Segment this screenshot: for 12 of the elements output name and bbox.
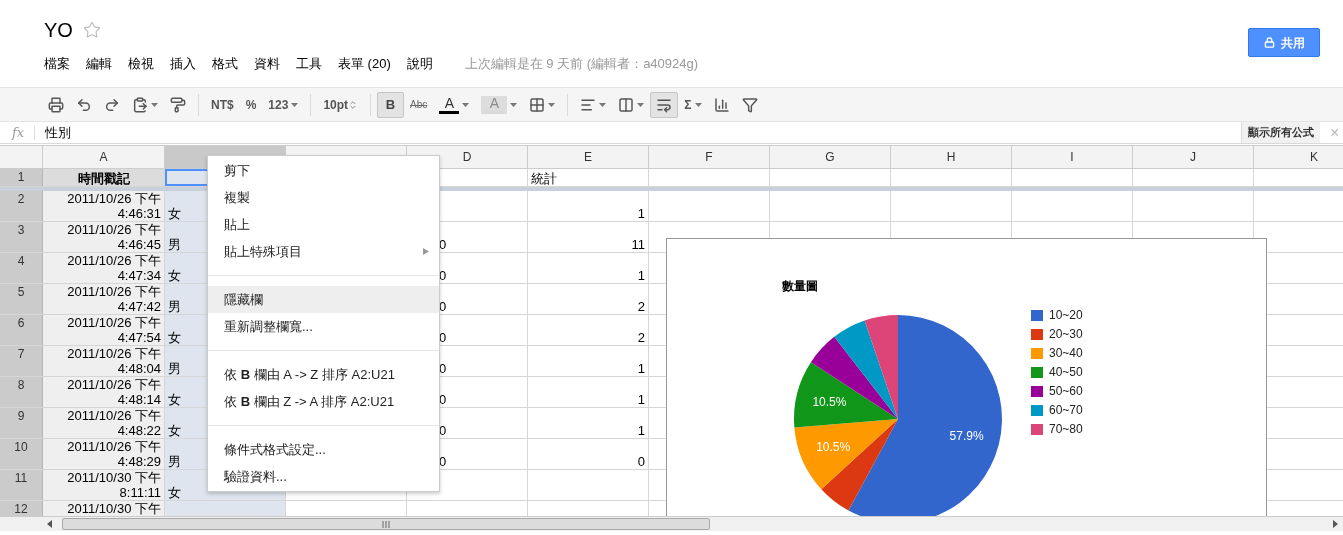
formula-label: fx <box>10 123 26 142</box>
legend-label: 40~50 <box>1049 367 1083 378</box>
data-label: 10.5% <box>816 440 851 455</box>
legend-label: 60~70 <box>1049 405 1083 416</box>
data-label: 57.9% <box>949 429 984 444</box>
legend-label: 70~80 <box>1049 424 1083 435</box>
chart-title: 數量圖 <box>782 278 818 295</box>
legend-label: 10~20 <box>1049 310 1083 321</box>
legend-label: 20~30 <box>1049 329 1083 340</box>
legend-label: 50~60 <box>1049 386 1083 397</box>
data-label: 10.5% <box>812 394 847 409</box>
legend-label: 30~40 <box>1049 348 1083 359</box>
